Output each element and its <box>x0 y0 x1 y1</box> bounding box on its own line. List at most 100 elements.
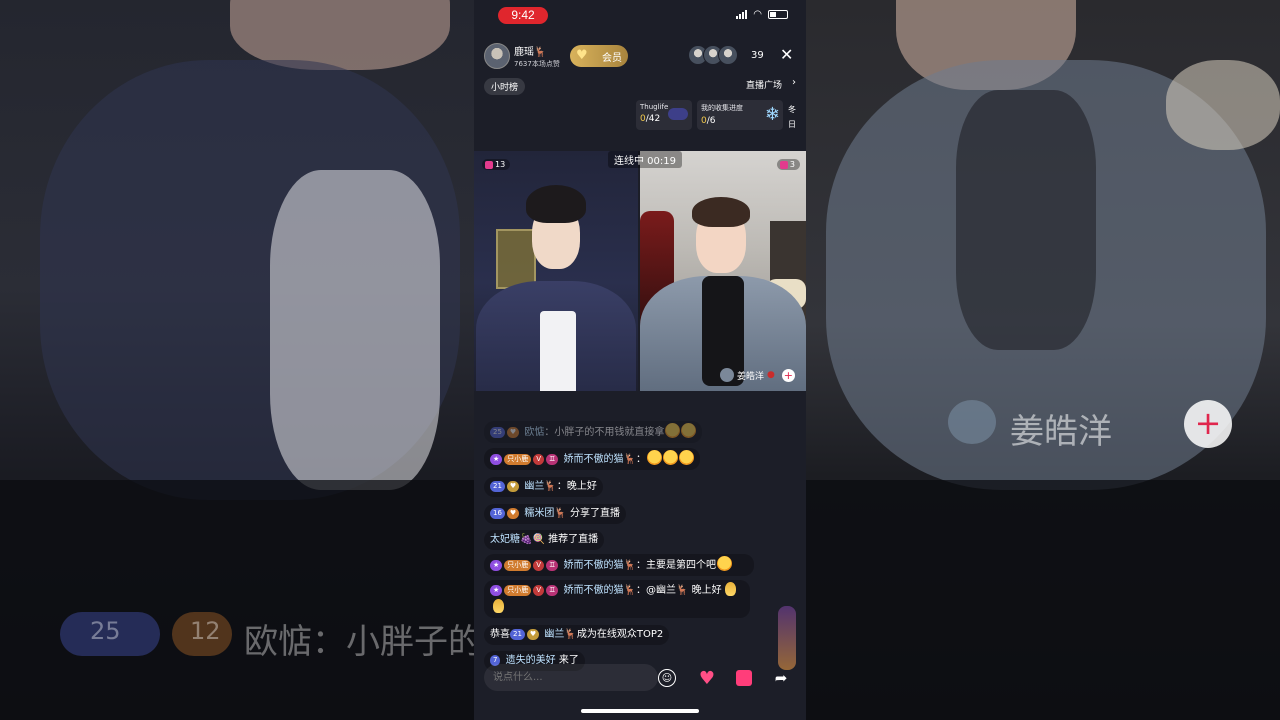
host-shirt <box>540 311 576 391</box>
chat-username[interactable]: 幽兰🦌 <box>524 481 556 492</box>
chat-text: ： <box>636 454 646 465</box>
zodiac-badge: ♊ <box>546 560 559 571</box>
chat-text: 成为在线观众TOP2 <box>576 629 664 640</box>
home-indicator[interactable] <box>581 709 699 713</box>
host-avatar[interactable] <box>484 43 510 69</box>
heart-gift-icon[interactable]: ♥ <box>695 666 719 690</box>
gift-box-icon[interactable] <box>732 666 756 690</box>
backdrop-mic <box>1166 60 1280 150</box>
user-level-badge: ★ <box>490 585 503 596</box>
snowflake-icon: ❄ <box>764 104 780 125</box>
fan-club-badge: 只小鹿 <box>504 585 532 596</box>
close-icon[interactable]: ✕ <box>780 45 793 64</box>
task-side-line: 日 <box>788 120 796 129</box>
apple-icon: ● <box>767 370 775 380</box>
fan-badge: ♥ <box>506 481 520 492</box>
host-likes: 7637本场点赞 <box>514 60 560 68</box>
chat-username[interactable]: 糯米团🦌 <box>524 508 566 519</box>
viewer-avatar[interactable] <box>718 45 738 65</box>
task-card-thuglife[interactable]: Thuglife 0/42 <box>636 100 692 130</box>
rank-icon <box>779 160 788 169</box>
zodiac-badge: ♊ <box>546 585 559 596</box>
hour-rank-button[interactable]: 小时榜 <box>484 78 526 95</box>
host-info[interactable]: 鹿瑶🦌 7637本场点赞 <box>484 43 560 69</box>
backdrop-level-text: 12 <box>190 617 221 645</box>
status-time: 9:42 <box>498 7 548 24</box>
backdrop-guest-name: 姜皓洋 <box>1010 412 1112 452</box>
laugh-cry-emoji-icon <box>681 423 697 438</box>
chat-message[interactable]: ★ 只小鹿 V ♊ 娇而不傲的猫🦌： <box>484 448 700 470</box>
laugh-cry-emoji-icon <box>663 450 678 465</box>
left-rank-chip[interactable]: 13 <box>482 159 511 170</box>
chat-message[interactable]: 恭喜 21 ♥ 幽兰🦌成为在线观众TOP2 <box>484 625 670 645</box>
left-rank-value: 13 <box>495 160 506 169</box>
chat-text: ：晚上好 <box>556 481 597 492</box>
guest-hair <box>692 197 750 227</box>
chat-text: ：@幽兰🦌 晚上好 <box>636 585 722 596</box>
share-icon[interactable]: ➦ <box>769 666 793 690</box>
fan-badge: ♥ <box>506 427 520 438</box>
connection-status: 连线中 00:19 <box>608 151 682 168</box>
laugh-cry-emoji-icon <box>717 556 732 571</box>
chat-message[interactable]: ★ 只小鹿 V ♊ 娇而不傲的猫🦌：@幽兰🦌 晚上好 <box>484 580 750 618</box>
viewer-count[interactable]: 39 <box>751 50 764 61</box>
heart-icon: ♥ <box>576 48 588 63</box>
chat-username[interactable]: 娇而不傲的猫🦌 <box>564 560 636 571</box>
right-rank-chip[interactable]: 3 <box>776 159 800 170</box>
viewer-avatars[interactable] <box>688 45 738 65</box>
user-level-badge: 25 <box>490 427 505 438</box>
chat-message[interactable]: 21 ♥ 幽兰🦌：晚上好 <box>484 477 603 497</box>
user-level-badge: 21 <box>490 481 505 492</box>
medal-icon <box>724 582 736 596</box>
backdrop-guest-avatar <box>948 400 996 444</box>
chat-text: 分享了直播 <box>566 508 621 519</box>
follow-plus-icon[interactable]: + <box>781 368 795 382</box>
user-level-badge: 16 <box>490 508 505 519</box>
chat-message[interactable]: 16 ♥ 糯米团🦌 分享了直播 <box>484 504 627 524</box>
wifi-icon: ◠ <box>753 9 762 20</box>
chat-message[interactable]: 太妃糖🍇🍭 推荐了直播 <box>484 530 605 550</box>
rank-icon <box>485 160 493 169</box>
fan-club-badge: 只小鹿 <box>504 454 532 465</box>
guest-avatar[interactable] <box>720 368 734 382</box>
video-left-host[interactable]: 13 <box>474 151 638 391</box>
video-right-guest[interactable]: 3 <box>640 151 806 391</box>
task-progress-total: /6 <box>706 116 716 126</box>
guest-tag[interactable]: 姜皓洋 ● + <box>720 368 795 382</box>
chat-username[interactable]: 欧惦 <box>524 427 544 438</box>
member-button[interactable]: ♥ 会员 <box>570 45 628 67</box>
comment-input-wrapper[interactable] <box>484 664 658 691</box>
chat-username[interactable]: 太妃糖🍇🍭 <box>490 534 545 545</box>
task-card-collection[interactable]: 我的收集进度 0/6 ❄ <box>697 100 783 130</box>
chat-username[interactable]: 娇而不傲的猫🦌 <box>564 585 636 596</box>
status-icons: ◠ <box>736 9 788 20</box>
user-level-badge: 21 <box>510 629 525 640</box>
backdrop-left: 25 12 欧惦：小胖子的不用钱就直接拿 <box>0 0 474 720</box>
fan-badge: ♥ <box>506 508 520 519</box>
member-label: 会员 <box>602 52 622 64</box>
chat-message[interactable]: 25 ♥ 欧惦：小胖子的不用钱就直接拿 <box>484 421 703 443</box>
chat-username[interactable]: 幽兰🦌 <box>544 629 576 640</box>
user-level-badge: ★ <box>490 454 503 465</box>
backdrop-level-text: 25 <box>90 617 121 645</box>
task-progress-total: /42 <box>645 114 661 124</box>
fan-badge: ♥ <box>526 629 540 640</box>
event-mascot-icon[interactable] <box>778 606 796 670</box>
comment-input[interactable] <box>484 664 658 691</box>
chat-message[interactable]: ★ 只小鹿 V ♊ 娇而不傲的猫🦌：主要是第四个吧 <box>484 554 754 576</box>
right-rank-value: 3 <box>789 160 795 169</box>
fan-club-badge: 只小鹿 <box>504 560 532 571</box>
chat-text: ：小胖子的不用钱就直接拿 <box>544 427 665 438</box>
live-plaza-link[interactable]: 直播广场 <box>746 78 782 91</box>
task-side-label: 冬 日 <box>788 102 796 132</box>
poster-decoration <box>496 229 536 289</box>
medal-icon <box>493 599 504 613</box>
backdrop-shirt <box>270 170 440 490</box>
emoji-icon[interactable]: ☺ <box>658 669 676 687</box>
battery-icon <box>768 10 788 19</box>
vip-badge: V <box>533 454 545 465</box>
chevron-right-icon[interactable]: › <box>792 77 796 88</box>
chat-username[interactable]: 娇而不傲的猫🦌 <box>564 454 636 465</box>
backdrop-chat-text: 欧惦：小胖子的不用钱就直接拿 <box>244 622 474 662</box>
chat-text: 推荐了直播 <box>544 534 599 545</box>
